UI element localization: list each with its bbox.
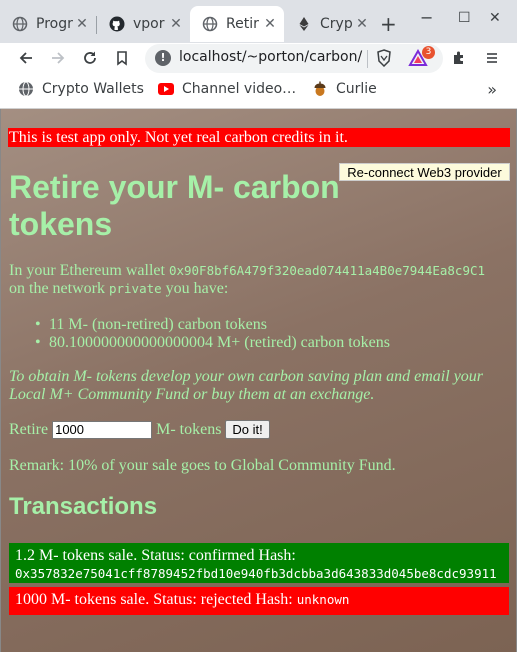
brave-shields-icon[interactable] <box>373 47 395 69</box>
omnibox-separator <box>367 50 368 68</box>
close-window-icon[interactable]: ✕ <box>489 10 501 26</box>
tab-2-title: vpor <box>133 16 165 32</box>
bookmark-curlie[interactable]: Curlie <box>312 81 377 97</box>
url-text[interactable]: localhost/~porton/carbon/ <box>179 49 362 65</box>
transaction-confirmed: 1.2 M- tokens sale. Status: confirmed Ha… <box>9 543 509 583</box>
minimize-icon[interactable]: − <box>420 8 433 27</box>
bookmark-crypto-wallets[interactable]: Crypto Wallets <box>18 81 144 97</box>
token-holdings-list: 11 M- (non-retired) carbon tokens 80.100… <box>35 316 390 352</box>
more-bookmarks-icon[interactable]: » <box>487 80 497 99</box>
wallet-info: In your Ethereum wallet 0x90F8bf6A479f32… <box>9 262 509 298</box>
tab-1-close-icon[interactable]: ✕ <box>74 16 90 32</box>
bookmark-icon[interactable] <box>111 47 133 69</box>
tab-1-title: Progr <box>36 16 73 32</box>
tab-4[interactable]: Cryp ✕ <box>284 6 376 42</box>
youtube-icon <box>158 81 174 97</box>
obtain-instructions: To obtain M- tokens develop your own car… <box>9 368 484 403</box>
network-suffix: you have: <box>165 280 229 297</box>
tab-3-close-icon[interactable]: ✕ <box>262 16 278 32</box>
transaction-hash: unknown <box>296 592 350 607</box>
wallet-prefix: In your Ethereum wallet <box>9 262 165 279</box>
list-item: 11 M- (non-retired) carbon tokens <box>35 316 390 334</box>
tab-3[interactable]: Retir ✕ <box>190 6 284 42</box>
transactions-list: 1.2 M- tokens sale. Status: confirmed Ha… <box>9 543 509 619</box>
transaction-text: 1000 M- tokens sale. Status: rejected Ha… <box>15 591 293 608</box>
maximize-icon[interactable]: ☐ <box>458 10 471 26</box>
globe-icon <box>18 81 34 97</box>
forward-icon[interactable] <box>47 47 69 69</box>
bookmark-label: Crypto Wallets <box>42 81 144 97</box>
site-info-icon[interactable]: ! <box>155 50 171 66</box>
bookmark-channel-videos[interactable]: Channel video… <box>158 81 296 97</box>
new-tab-icon[interactable]: + <box>380 12 397 36</box>
retire-label: Retire <box>9 420 49 438</box>
extensions-icon[interactable] <box>448 47 470 69</box>
globe-icon <box>202 16 218 32</box>
acorn-icon <box>312 81 328 97</box>
page-content: This is test app only. Not yet real carb… <box>0 109 517 652</box>
tab-2[interactable]: vpor ✕ <box>97 6 190 42</box>
transaction-hash: 0x357832e75041cff8789452fbd10e940fb3dcbb… <box>15 566 497 581</box>
tab-4-title: Cryp <box>320 16 353 32</box>
list-item: 80.100000000000000004 M+ (retired) carbo… <box>35 334 390 352</box>
github-icon <box>109 16 125 32</box>
retire-amount-input[interactable] <box>52 420 153 439</box>
bookmarks-bar: Crypto Wallets Channel video… Curlie » <box>0 73 517 109</box>
retire-form: Retire M- tokens Do it! <box>9 420 270 439</box>
transaction-rejected: 1000 M- tokens sale. Status: rejected Ha… <box>9 587 509 615</box>
address-bar[interactable]: ! localhost/~porton/carbon/ <box>145 44 443 73</box>
rewards-badge: 3 <box>422 46 435 59</box>
do-it-button[interactable]: Do it! <box>225 420 270 439</box>
retire-unit: M- tokens <box>156 420 222 438</box>
transaction-text: 1.2 M- tokens sale. Status: confirmed Ha… <box>15 547 296 564</box>
transactions-heading: Transactions <box>9 493 158 520</box>
network-name: private <box>108 281 162 296</box>
remark-text: Remark: 10% of your sale goes to Global … <box>9 457 396 474</box>
page-title: Retire your M- carbon tokens <box>9 169 340 242</box>
bookmark-label: Curlie <box>336 81 377 97</box>
ethereum-icon <box>296 16 312 32</box>
tab-3-title: Retir <box>226 16 259 32</box>
back-icon[interactable] <box>15 47 37 69</box>
network-prefix: on the network <box>9 280 105 297</box>
tab-2-close-icon[interactable]: ✕ <box>168 16 184 32</box>
menu-icon[interactable] <box>481 47 503 69</box>
reload-icon[interactable] <box>79 47 101 69</box>
tab-strip: Progr ✕ vpor ✕ Retir ✕ Cryp ✕ + − ☐ ✕ <box>0 0 517 43</box>
tab-4-close-icon[interactable]: ✕ <box>354 16 370 32</box>
browser-toolbar: ! localhost/~porton/carbon/ 3 <box>0 43 517 73</box>
wallet-address: 0x90F8bf6A479f320ead074411a4B0e7944Ea8c9… <box>168 263 486 278</box>
globe-icon <box>12 16 28 32</box>
test-warning-banner: This is test app only. Not yet real carb… <box>8 128 510 147</box>
tab-1[interactable]: Progr ✕ <box>0 6 96 42</box>
bookmark-label: Channel video… <box>182 81 297 97</box>
